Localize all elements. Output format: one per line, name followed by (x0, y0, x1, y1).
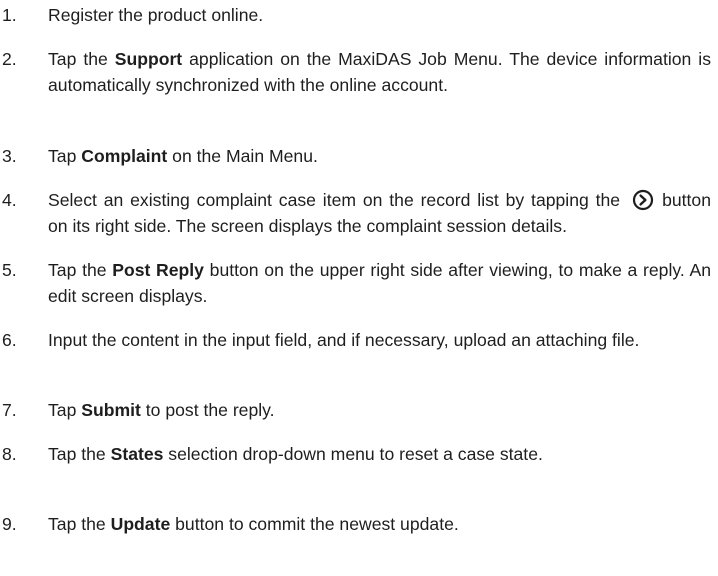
step-text-part: Register the product online. (48, 5, 264, 25)
step-text-part: Tap the (48, 444, 111, 464)
step-text-part: Select an existing complaint case item o… (48, 190, 621, 210)
step-number: 3. (2, 146, 17, 166)
ui-term-states: States (110, 444, 164, 464)
ui-term-submit: Submit (81, 400, 141, 420)
step-text-part: Tap the (48, 260, 113, 280)
step-text-part: Input the content in the input field, an… (48, 330, 640, 350)
step-text-part: Tap (48, 146, 82, 166)
instruction-list: 1. Register the product online. 2. Tap t… (0, 0, 718, 576)
step-text: Tap the States selection drop-down menu … (48, 441, 711, 467)
ui-term-support: Support (114, 49, 183, 69)
step-number: 1. (2, 5, 17, 25)
step-text-part: on the Main Menu. (167, 146, 318, 166)
step-text: Tap Submit to post the reply. (48, 397, 711, 423)
step-text: Input the content in the input field, an… (48, 327, 711, 353)
step-text-part: selection drop-down menu to reset a case… (163, 444, 543, 464)
ui-term-update: Update (110, 514, 171, 534)
step-text: Tap Complaint on the Main Menu. (48, 143, 711, 169)
step-number: 4. (2, 190, 17, 210)
step-text-part: Tap the (48, 514, 111, 534)
step-text-part: Tap (48, 400, 82, 420)
step-number: 5. (2, 260, 17, 280)
step-text: Select an existing complaint case item o… (48, 187, 711, 239)
step-text-part: to post the reply. (140, 400, 275, 420)
step-number: 2. (2, 49, 17, 69)
circle-chevron-right-icon (632, 189, 654, 211)
step-text: Tap the Update button to commit the newe… (48, 511, 711, 537)
ui-term-complaint: Complaint (81, 146, 168, 166)
step-number: 9. (2, 514, 17, 534)
step-text: Register the product online. (48, 2, 711, 28)
step-number: 6. (2, 330, 17, 350)
step-text: Tap the Post Reply button on the upper r… (48, 257, 711, 309)
step-text-part: Tap the (48, 49, 115, 69)
step-number: 7. (2, 400, 17, 420)
ui-term-post-reply: Post Reply (112, 260, 204, 280)
step-text: Tap the Support application on the MaxiD… (48, 46, 711, 98)
step-text-part: button to commit the newest update. (170, 514, 459, 534)
step-number: 8. (2, 444, 17, 464)
